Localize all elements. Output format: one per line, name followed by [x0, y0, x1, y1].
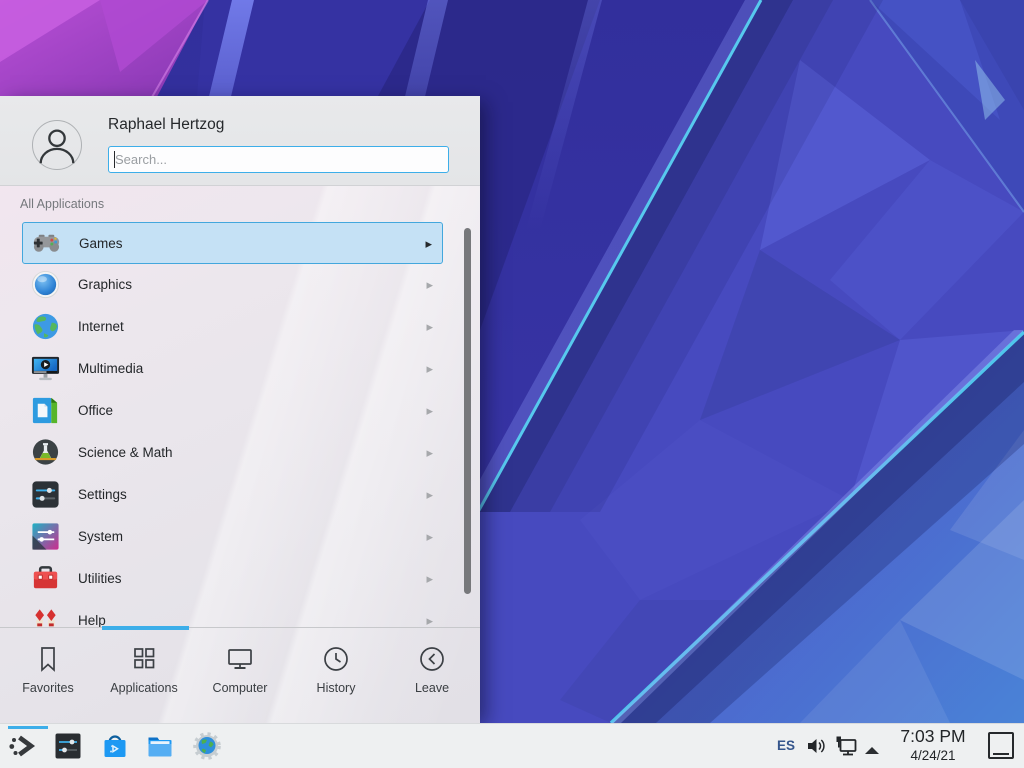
submenu-arrow-icon [426, 600, 433, 627]
utilities-icon [30, 563, 61, 594]
launcher-active-indicator [8, 726, 48, 729]
expand-tray-icon[interactable] [864, 742, 880, 751]
graphics-icon [30, 269, 61, 300]
category-label: Games [79, 223, 123, 265]
tab-label: Favorites [0, 681, 96, 695]
taskbar-panel: ES 7:03 PM 4/24/21 [0, 723, 1024, 768]
tab-label: History [288, 681, 384, 695]
category-label: Office [78, 390, 113, 432]
submenu-arrow-icon [426, 390, 433, 432]
settings-icon [30, 479, 61, 510]
category-list: Games Graphics [0, 222, 480, 627]
help-icon [30, 605, 61, 627]
launcher-tabbar: Favorites Applications Computer [0, 627, 480, 723]
network-icon[interactable] [835, 735, 859, 758]
category-settings[interactable]: Settings [22, 474, 443, 516]
category-office[interactable]: Office [22, 390, 443, 432]
internet-icon [30, 311, 61, 342]
app-launcher-icon[interactable] [8, 731, 38, 761]
discover-icon[interactable] [100, 731, 130, 761]
submenu-arrow-icon [426, 558, 433, 600]
category-label: System [78, 516, 123, 558]
system-settings-icon[interactable] [53, 731, 83, 761]
tab-computer[interactable]: Computer [192, 628, 288, 723]
digital-clock[interactable]: 7:03 PM 4/24/21 [886, 726, 980, 764]
computer-icon [225, 644, 255, 674]
submenu-arrow-icon [426, 264, 433, 306]
tab-favorites[interactable]: Favorites [0, 628, 96, 723]
category-help[interactable]: Help [22, 600, 443, 627]
volume-icon[interactable] [806, 736, 828, 756]
application-launcher-menu: Raphael Hertzog All Applications Games [0, 96, 480, 723]
user-avatar[interactable] [32, 120, 82, 170]
section-label: All Applications [20, 197, 104, 211]
history-icon [321, 644, 351, 674]
tab-history[interactable]: History [288, 628, 384, 723]
submenu-arrow-icon [426, 348, 433, 390]
category-label: Multimedia [78, 348, 143, 390]
office-icon [30, 395, 61, 426]
category-label: Graphics [78, 264, 132, 306]
launcher-header: Raphael Hertzog [0, 96, 480, 186]
clock-date: 4/24/21 [886, 747, 980, 764]
clock-time: 7:03 PM [886, 726, 980, 747]
category-utilities[interactable]: Utilities [22, 558, 443, 600]
games-icon [31, 228, 62, 259]
desktop: Raphael Hertzog All Applications Games [0, 0, 1024, 768]
category-label: Internet [78, 306, 124, 348]
category-graphics[interactable]: Graphics [22, 264, 443, 306]
text-cursor [114, 151, 115, 168]
applications-icon [129, 644, 159, 674]
category-label: Science & Math [78, 432, 173, 474]
category-label: Utilities [78, 558, 122, 600]
leave-icon [417, 644, 447, 674]
category-science-math[interactable]: Science & Math [22, 432, 443, 474]
show-desktop-button[interactable] [988, 732, 1014, 759]
science-math-icon [30, 437, 61, 468]
tab-applications[interactable]: Applications [96, 628, 192, 723]
tab-label: Leave [384, 681, 480, 695]
category-system[interactable]: System [22, 516, 443, 558]
submenu-arrow-icon [425, 223, 432, 265]
submenu-arrow-icon [426, 306, 433, 348]
submenu-arrow-icon [426, 474, 433, 516]
category-multimedia[interactable]: Multimedia [22, 348, 443, 390]
system-icon [30, 521, 61, 552]
favorites-icon [33, 644, 63, 674]
list-scrollbar[interactable] [464, 228, 471, 594]
category-label: Settings [78, 474, 127, 516]
tab-label: Applications [96, 681, 192, 695]
category-label: Help [78, 600, 106, 627]
category-internet[interactable]: Internet [22, 306, 443, 348]
submenu-arrow-icon [426, 432, 433, 474]
user-name: Raphael Hertzog [108, 116, 224, 134]
file-manager-icon[interactable] [145, 731, 175, 761]
category-games[interactable]: Games [22, 222, 443, 264]
tab-label: Computer [192, 681, 288, 695]
submenu-arrow-icon [426, 516, 433, 558]
search-input[interactable] [108, 146, 449, 173]
web-browser-icon[interactable] [192, 731, 222, 761]
tab-leave[interactable]: Leave [384, 628, 480, 723]
multimedia-icon [30, 353, 61, 384]
keyboard-layout-indicator[interactable]: ES [777, 724, 795, 768]
